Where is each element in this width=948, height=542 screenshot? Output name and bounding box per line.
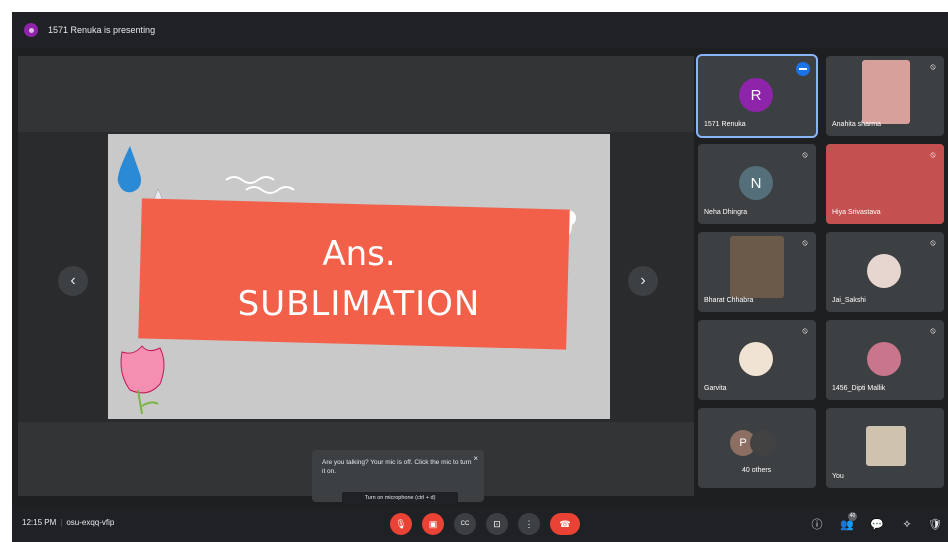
control-bar: 12:15 PM | osu-exqq-vfip 🎙 ▣ CC ⊡ ⋮ ☎ ⓘ 👥 …: [12, 506, 948, 542]
previous-slide-button[interactable]: ‹: [58, 266, 88, 296]
presenting-icon: [24, 23, 38, 37]
mic-off-icon: 🎙: [395, 518, 407, 529]
leave-call-button[interactable]: ☎: [550, 513, 580, 535]
meeting-code: osu-exqq-vfip: [66, 518, 115, 527]
participant-name: Bharat Chhabra: [704, 297, 754, 304]
people-button[interactable]: 👥 40: [838, 512, 857, 533]
toast-message: Are you talking? Your mic is off. Click …: [322, 459, 472, 475]
camera-off-icon: ▣: [428, 518, 438, 529]
presentation-stage: Ans. SUBLIMATION ‹ ›: [18, 56, 694, 496]
activities-button[interactable]: ⟡: [898, 515, 916, 533]
participant-name: Garvita: [704, 385, 727, 392]
participant-name: 1456_Dipti Mallik: [832, 385, 886, 392]
participant-name: Jai_Sakshi: [832, 297, 866, 304]
participant-tile[interactable]: ⦸ Anahita sharma: [826, 56, 944, 136]
info-icon: ⓘ: [811, 519, 823, 531]
participant-tile[interactable]: ⦸ Hiya Srivastava: [826, 144, 944, 224]
title-banner: [138, 198, 570, 350]
meeting-details: 12:15 PM | osu-exqq-vfip: [22, 518, 114, 527]
shield-icon: 🛡: [928, 518, 942, 531]
mic-off-icon: ⦸: [802, 150, 808, 159]
shared-slide: Ans. SUBLIMATION: [108, 134, 610, 419]
participant-name: 1571 Renuka: [704, 121, 746, 128]
presenting-label: 1571 Renuka is presenting: [48, 25, 156, 35]
host-controls-button[interactable]: 🛡: [926, 515, 944, 533]
participant-name: You: [832, 473, 844, 480]
activities-icon: ⟡: [903, 517, 911, 530]
more-icon: ⋮: [524, 518, 534, 529]
participant-name: Anahita sharma: [832, 121, 882, 128]
chat-button[interactable]: 💬: [868, 515, 886, 533]
present-button[interactable]: ⊡: [486, 513, 508, 535]
participant-tile[interactable]: N ⦸ Neha Dhingra: [698, 144, 816, 224]
divider: |: [60, 518, 63, 527]
present-icon: ⊡: [493, 518, 501, 529]
self-tile[interactable]: You: [826, 408, 944, 488]
mic-off-icon: ⦸: [802, 238, 808, 247]
participant-count: 40: [848, 512, 857, 521]
participant-name: Neha Dhingra: [704, 209, 748, 216]
tulip-icon: [120, 345, 165, 415]
wave-icon-2: [245, 186, 295, 194]
clock-time: 12:15 PM: [22, 518, 57, 527]
speaking-icon: [796, 62, 810, 76]
close-icon[interactable]: ×: [473, 454, 478, 463]
mic-button[interactable]: 🎙: [390, 513, 412, 535]
slide-heading: Ans.: [322, 234, 396, 274]
mic-tooltip: Turn on microphone (ctrl + d): [342, 492, 458, 504]
captions-button[interactable]: CC: [454, 513, 476, 535]
meet-window: 1571 Renuka is presenting Ans. SUBLIMATI…: [12, 12, 948, 542]
mic-off-icon: ⦸: [930, 62, 936, 71]
participant-tile[interactable]: ⦸ Garvita: [698, 320, 816, 400]
participant-tile[interactable]: ⦸ Bharat Chhabra: [698, 232, 816, 312]
avatar: N: [739, 166, 773, 200]
mic-off-icon: ⦸: [802, 326, 808, 335]
meeting-info-button[interactable]: ⓘ: [808, 515, 826, 533]
avatar: [750, 430, 776, 456]
participant-tile[interactable]: ⦸ 1456_Dipti Mallik: [826, 320, 944, 400]
more-options-button[interactable]: ⋮: [518, 513, 540, 535]
participant-tile[interactable]: R 1571 Renuka: [696, 54, 818, 138]
next-slide-button[interactable]: ›: [628, 266, 658, 296]
avatar: R: [739, 78, 773, 112]
chat-icon: 💬: [870, 518, 884, 531]
avatar: [739, 342, 773, 376]
camera-button[interactable]: ▣: [422, 513, 444, 535]
stage-top-band: [18, 56, 694, 132]
participant-tile[interactable]: ⦸ Jai_Sakshi: [826, 232, 944, 312]
avatar: [867, 254, 901, 288]
video-feed: [730, 236, 784, 298]
captions-icon: CC: [460, 521, 470, 527]
hangup-icon: ☎: [559, 518, 571, 529]
wave-icon: [225, 176, 275, 184]
others-count: 40 others: [742, 467, 772, 474]
mic-off-icon: ⦸: [930, 238, 936, 247]
video-feed: [866, 426, 906, 466]
video-feed: [862, 60, 910, 124]
presenting-bar: 1571 Renuka is presenting: [12, 12, 948, 48]
mic-off-icon: ⦸: [930, 150, 936, 159]
slide-answer: SUBLIMATION: [237, 284, 481, 324]
avatar: [867, 342, 901, 376]
others-tile[interactable]: P 40 others: [698, 408, 816, 488]
participant-name: Hiya Srivastava: [832, 209, 881, 216]
mic-off-icon: ⦸: [930, 326, 936, 335]
raindrop-icon: [117, 146, 141, 193]
